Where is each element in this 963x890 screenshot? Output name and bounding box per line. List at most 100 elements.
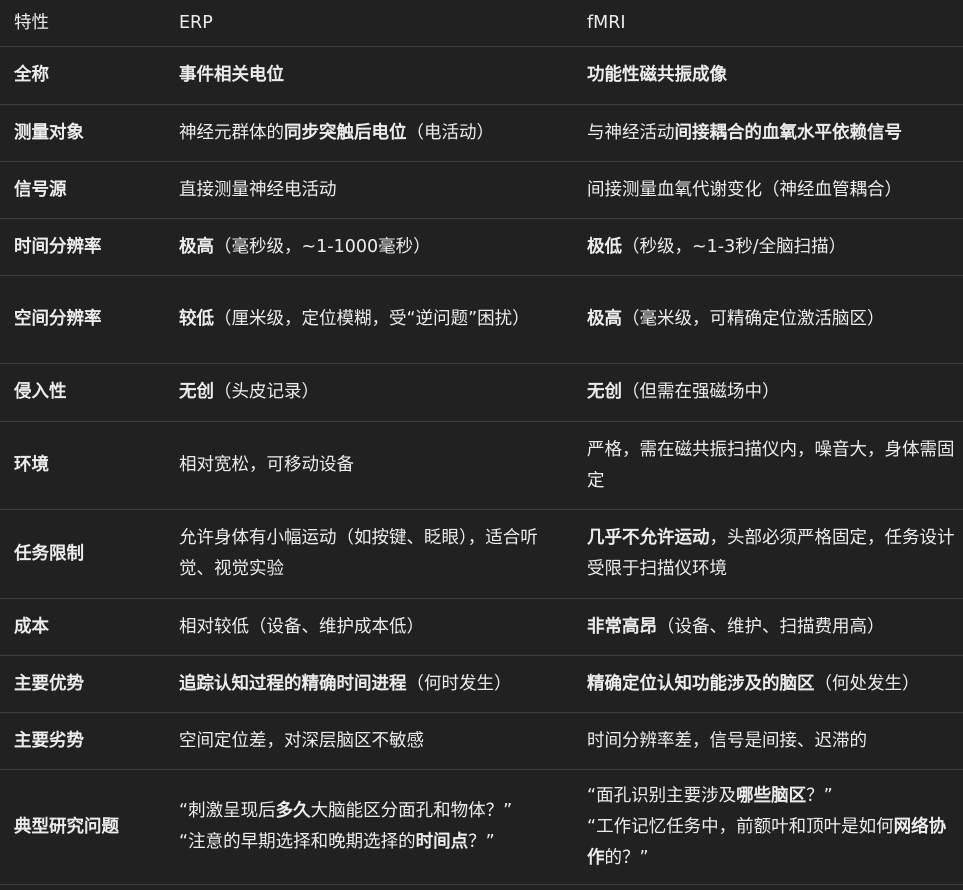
erp-cell: 事件相关电位	[165, 46, 573, 105]
cell-text: “工作记忆任务中，前额叶和顶叶是如何	[587, 816, 894, 837]
erp-cell: 追踪认知过程的精确时间进程（何时发生）	[165, 655, 573, 713]
erp-cell: 允许身体有小幅运动（如按键、眨眼），适合听觉、视觉实验	[165, 509, 573, 599]
feature-cell: 任务限制	[0, 509, 165, 599]
cell-line: “工作记忆任务中，前额叶和顶叶是如何网络协作的？”	[587, 812, 957, 874]
emphasis-text: 时间点	[415, 832, 469, 852]
cell-text: 相对宽松，可移动设备	[179, 455, 354, 475]
fmri-cell: “面孔识别主要涉及哪些脑区？” “工作记忆任务中，前额叶和顶叶是如何网络协作的？”	[573, 769, 963, 885]
erp-cell: 较低（厘米级，定位模糊，受“逆问题”困扰）	[165, 275, 573, 364]
emphasis-text: 极高	[587, 309, 622, 329]
cell-text: 时间分辨率差，信号是间接、迟滞的	[587, 730, 867, 751]
feature-cell: 时间分辨率	[0, 218, 165, 276]
cell-text: “刺激呈现后	[179, 801, 276, 821]
emphasis-text: 极低	[587, 236, 622, 257]
emphasis-text: 非常高昂	[587, 616, 657, 637]
cell-text: 神经元群体的	[179, 122, 284, 143]
cell-text: 严格，需在磁共振扫描仪内，噪音大，身体需固定	[587, 439, 955, 491]
cell-text: 允许身体有小幅运动（如按键、眨眼），适合听觉、视觉实验	[179, 528, 538, 579]
emphasis-text: 精确定位认知功能涉及的脑区	[587, 673, 815, 694]
erp-cell: 极高（毫秒级，~1-1000毫秒）	[165, 218, 573, 276]
table-row: 测量对象 神经元群体的同步突触后电位（电活动） 与神经活动间接耦合的血氧水平依赖信号	[0, 104, 963, 162]
erp-cell: 空间定位差，对深层脑区不敏感	[165, 712, 573, 770]
feature-cell: 成本	[0, 598, 165, 656]
feature-cell: 主要劣势	[0, 712, 165, 770]
emphasis-text: 几乎不允许运动	[587, 528, 710, 548]
table-row: 空间分辨率 较低（厘米级，定位模糊，受“逆问题”困扰） 极高（毫米级，可精确定位激活…	[0, 275, 963, 364]
fmri-cell: 无创（但需在强磁场中）	[573, 363, 963, 422]
table-row: 成本 相对较低（设备、维护成本低） 非常高昂（设备、维护、扫描费用高）	[0, 598, 963, 656]
erp-cell: 直接测量神经电活动	[165, 161, 573, 219]
cell-text: （厘米级，定位模糊，受“逆问题”困扰）	[214, 309, 530, 329]
erp-cell: 无创（头皮记录）	[165, 363, 573, 422]
fmri-cell: 间接测量血氧代谢变化（神经血管耦合）	[573, 161, 963, 219]
cell-text: 直接测量神经电活动	[179, 179, 337, 200]
cell-text: 空间定位差，对深层脑区不敏感	[179, 730, 424, 751]
emphasis-text: 同步突触后电位	[284, 122, 407, 143]
cell-line: “刺激呈现后多久大脑能区分面孔和物体？”	[179, 796, 549, 827]
table-row: 环境 相对宽松，可移动设备 严格，需在磁共振扫描仪内，噪音大，身体需固定	[0, 421, 963, 510]
fmri-cell: 与神经活动间接耦合的血氧水平依赖信号	[573, 104, 963, 162]
cell-text: 与神经活动	[587, 122, 675, 143]
cell-text: （设备、维护、扫描费用高）	[657, 616, 885, 637]
cell-text: （何处发生）	[814, 673, 920, 694]
header-feature: 特性	[0, 0, 165, 47]
table-header-row: 特性 ERP fMRI	[0, 0, 963, 47]
table-row: 主要劣势 空间定位差，对深层脑区不敏感 时间分辨率差，信号是间接、迟滞的	[0, 712, 963, 770]
erp-cell: 相对宽松，可移动设备	[165, 421, 573, 510]
fmri-cell: 功能性磁共振成像	[573, 46, 963, 105]
fmri-cell: 极低（秒级，~1-3秒/全脑扫描）	[573, 218, 963, 276]
feature-cell: 环境	[0, 421, 165, 510]
table-body: 全称 事件相关电位 功能性磁共振成像 测量对象 神经元群体的同步突触后电位（电活动） 与神…	[0, 46, 963, 885]
emphasis-text: 极高	[179, 236, 214, 257]
cell-text: “注意的早期选择和晚期选择的	[179, 832, 416, 852]
emphasis-text: 功能性磁共振成像	[587, 65, 727, 85]
cell-text: 间接测量血氧代谢变化（神经血管耦合）	[587, 179, 902, 200]
feature-cell: 主要优势	[0, 655, 165, 713]
table-row: 任务限制 允许身体有小幅运动（如按键、眨眼），适合听觉、视觉实验 几乎不允许运动，头…	[0, 509, 963, 599]
cell-text: 相对较低（设备、维护成本低）	[179, 616, 424, 637]
header-erp: ERP	[165, 0, 573, 47]
cell-text: （毫秒级，~1-1000毫秒）	[214, 236, 431, 257]
cell-text: （秒级，~1-3秒/全脑扫描）	[622, 236, 847, 257]
emphasis-text: 多久	[275, 801, 311, 821]
comparison-table: 特性 ERP fMRI 全称 事件相关电位 功能性磁共振成像 测量对象 神经元群体的同步…	[0, 0, 963, 885]
cell-text: “面孔识别主要涉及	[587, 785, 737, 806]
fmri-cell: 非常高昂（设备、维护、扫描费用高）	[573, 598, 963, 656]
emphasis-text: 追踪认知过程的精确时间进程	[179, 673, 407, 694]
erp-cell: “刺激呈现后多久大脑能区分面孔和物体？” “注意的早期选择和晚期选择的时间点？”	[165, 769, 573, 885]
cell-line: “面孔识别主要涉及哪些脑区？”	[587, 781, 957, 812]
table-row: 侵入性 无创（头皮记录） 无创（但需在强磁场中）	[0, 363, 963, 422]
emphasis-text: 事件相关电位	[179, 65, 284, 85]
emphasis-text: 间接耦合的血氧水平依赖信号	[674, 122, 903, 143]
cell-text: ？”	[806, 785, 833, 806]
feature-cell: 典型研究问题	[0, 769, 165, 885]
cell-text: 大脑能区分面孔和物体？”	[310, 801, 513, 821]
cell-text: （但需在强磁场中）	[622, 382, 780, 402]
table-row: 典型研究问题 “刺激呈现后多久大脑能区分面孔和物体？” “注意的早期选择和晚期选择的…	[0, 769, 963, 885]
feature-cell: 侵入性	[0, 363, 165, 422]
fmri-cell: 几乎不允许运动，头部必须严格固定，任务设计受限于扫描仪环境	[573, 509, 963, 599]
table-row: 主要优势 追踪认知过程的精确时间进程（何时发生） 精确定位认知功能涉及的脑区（何处发…	[0, 655, 963, 713]
cell-line: “注意的早期选择和晚期选择的时间点？”	[179, 827, 549, 858]
table-row: 时间分辨率 极高（毫秒级，~1-1000毫秒） 极低（秒级，~1-3秒/全脑扫描）	[0, 218, 963, 276]
fmri-cell: 时间分辨率差，信号是间接、迟滞的	[573, 712, 963, 770]
emphasis-text: 较低	[179, 309, 214, 329]
emphasis-text: 无创	[179, 382, 214, 402]
cell-text: （电活动）	[406, 122, 495, 143]
cell-text: （何时发生）	[406, 673, 512, 694]
feature-cell: 信号源	[0, 161, 165, 219]
emphasis-text: 哪些脑区	[736, 785, 807, 806]
erp-cell: 相对较低（设备、维护成本低）	[165, 598, 573, 656]
feature-cell: 空间分辨率	[0, 275, 165, 364]
erp-cell: 神经元群体的同步突触后电位（电活动）	[165, 104, 573, 162]
cell-text: （毫米级，可精确定位激活脑区）	[622, 309, 885, 329]
table-row: 全称 事件相关电位 功能性磁共振成像	[0, 46, 963, 105]
cell-text: 的？”	[604, 847, 649, 868]
fmri-cell: 极高（毫米级，可精确定位激活脑区）	[573, 275, 963, 364]
fmri-cell: 严格，需在磁共振扫描仪内，噪音大，身体需固定	[573, 421, 963, 510]
fmri-cell: 精确定位认知功能涉及的脑区（何处发生）	[573, 655, 963, 713]
feature-cell: 全称	[0, 46, 165, 105]
emphasis-text: 无创	[587, 382, 622, 402]
cell-text: ？”	[468, 832, 495, 852]
table-row: 信号源 直接测量神经电活动 间接测量血氧代谢变化（神经血管耦合）	[0, 161, 963, 219]
